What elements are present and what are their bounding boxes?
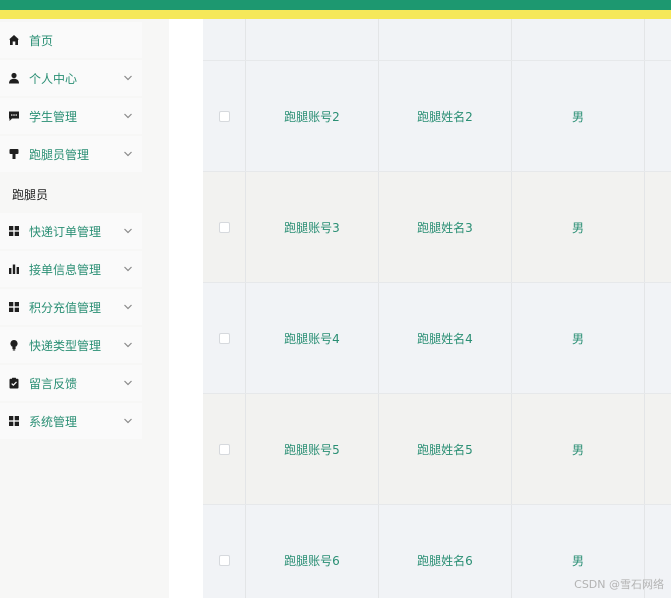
table-cell-select xyxy=(203,283,246,393)
sidebar-item-label: 系统管理 xyxy=(29,414,78,429)
table-cell-select xyxy=(203,172,246,282)
row-checkbox[interactable] xyxy=(218,443,230,455)
user-icon xyxy=(8,72,20,84)
table-cell-account: 跑腿账号2 xyxy=(246,61,379,171)
row-checkbox[interactable] xyxy=(218,110,230,122)
sidebar-item-order-info-management[interactable]: 接单信息管理 xyxy=(0,251,142,287)
table-cell-name: 跑腿姓名6 xyxy=(379,505,512,598)
chevron-down-icon xyxy=(124,418,132,424)
row-checkbox[interactable] xyxy=(218,332,230,344)
header-accent-strip xyxy=(0,0,671,10)
table-cell-name xyxy=(379,19,512,60)
sidebar-item-label: 首页 xyxy=(29,33,54,48)
table-cell-account: 跑腿账号5 xyxy=(246,394,379,504)
top-header-bar xyxy=(0,0,671,19)
table-cell-select xyxy=(203,19,246,60)
sidebar-item-label: 跑腿员管理 xyxy=(29,147,90,162)
submenu-item-runner[interactable]: 跑腿员 xyxy=(0,176,169,212)
table-cell-select xyxy=(203,61,246,171)
sidebar-item-label: 快递订单管理 xyxy=(29,224,102,239)
table-cell-overflow xyxy=(645,61,671,171)
clipboard-icon xyxy=(8,377,20,389)
sidebar-item-label: 学生管理 xyxy=(29,109,78,124)
chevron-down-icon xyxy=(124,266,132,272)
table-cell-gender xyxy=(512,19,645,60)
table-cell-name: 跑腿姓名2 xyxy=(379,61,512,171)
table-cell-account: 跑腿账号4 xyxy=(246,283,379,393)
chevron-down-icon xyxy=(124,304,132,310)
sidebar-item-message-feedback[interactable]: 留言反馈 xyxy=(0,365,142,401)
table-cell-select xyxy=(203,394,246,504)
sidebar-item-student-management[interactable]: 学生管理 xyxy=(0,98,142,134)
sidebar-item-home[interactable]: 首页 xyxy=(0,22,142,58)
sidebar-item-express-order-management[interactable]: 快递订单管理 xyxy=(0,213,142,249)
chevron-down-icon xyxy=(124,380,132,386)
table-row[interactable]: 跑腿账号4 跑腿姓名4 男 xyxy=(203,283,671,394)
table-cell-gender: 男 xyxy=(512,283,645,393)
submenu-item-label: 跑腿员 xyxy=(12,187,49,202)
table-cell-name: 跑腿姓名5 xyxy=(379,394,512,504)
table-cell-name: 跑腿姓名4 xyxy=(379,283,512,393)
table-cell-gender: 男 xyxy=(512,61,645,171)
sidebar-item-label: 快递类型管理 xyxy=(29,338,102,353)
table-cell-overflow xyxy=(645,394,671,504)
sidebar-item-label: 积分充值管理 xyxy=(29,300,102,315)
bulb-icon xyxy=(8,339,20,351)
chevron-down-icon xyxy=(124,151,132,157)
chevron-down-icon xyxy=(124,342,132,348)
table-cell-account: 跑腿账号3 xyxy=(246,172,379,282)
sidebar-item-system-management[interactable]: 系统管理 xyxy=(0,403,142,439)
sidebar-item-label: 接单信息管理 xyxy=(29,262,102,277)
content-gutter xyxy=(169,19,203,598)
home-icon xyxy=(8,34,20,46)
table-cell-select xyxy=(203,505,246,598)
sidebar-item-runner-management[interactable]: 跑腿员管理 xyxy=(0,136,142,172)
table-cell-overflow xyxy=(645,283,671,393)
watermark-text: CSDN @雪石网络 xyxy=(574,578,664,591)
table-cell-overflow xyxy=(645,19,671,60)
sidebar-item-personal-center[interactable]: 个人中心 xyxy=(0,60,142,96)
table-cell-name: 跑腿姓名3 xyxy=(379,172,512,282)
table-cell-gender: 男 xyxy=(512,394,645,504)
chevron-down-icon xyxy=(124,228,132,234)
table-cell-gender: 男 xyxy=(512,172,645,282)
table-cell-account xyxy=(246,19,379,60)
header-highlight-strip xyxy=(0,10,671,19)
table-row[interactable]: 跑腿账号5 跑腿姓名5 男 xyxy=(203,394,671,505)
sidebar-item-label: 个人中心 xyxy=(29,71,78,86)
table-cell-overflow xyxy=(645,172,671,282)
runner-table: 跑腿账号2 跑腿姓名2 男 跑腿账号3 跑腿姓名3 男 跑腿账号4 跑腿姓名4 … xyxy=(203,19,671,598)
table-row[interactable]: 跑腿账号2 跑腿姓名2 男 xyxy=(203,61,671,172)
runner-icon xyxy=(8,148,20,160)
grid-icon xyxy=(8,415,20,427)
chevron-down-icon xyxy=(124,75,132,81)
table-row[interactable]: 跑腿账号3 跑腿姓名3 男 xyxy=(203,172,671,283)
grid-icon xyxy=(8,225,20,237)
table-cell-account: 跑腿账号6 xyxy=(246,505,379,598)
sidebar-item-points-recharge-management[interactable]: 积分充值管理 xyxy=(0,289,142,325)
table-row xyxy=(203,19,671,61)
sidebar-item-label: 留言反馈 xyxy=(29,376,78,391)
sidebar-item-express-type-management[interactable]: 快递类型管理 xyxy=(0,327,142,363)
row-checkbox[interactable] xyxy=(218,221,230,233)
bar-chart-icon xyxy=(8,263,20,275)
grid-icon xyxy=(8,301,20,313)
sidebar: 首页 个人中心 学生管理 跑腿员管理 跑腿员 快递订单管理 接单信息管理 积分充… xyxy=(0,19,169,598)
row-checkbox[interactable] xyxy=(218,554,230,566)
chat-icon xyxy=(8,110,20,122)
chevron-down-icon xyxy=(124,113,132,119)
